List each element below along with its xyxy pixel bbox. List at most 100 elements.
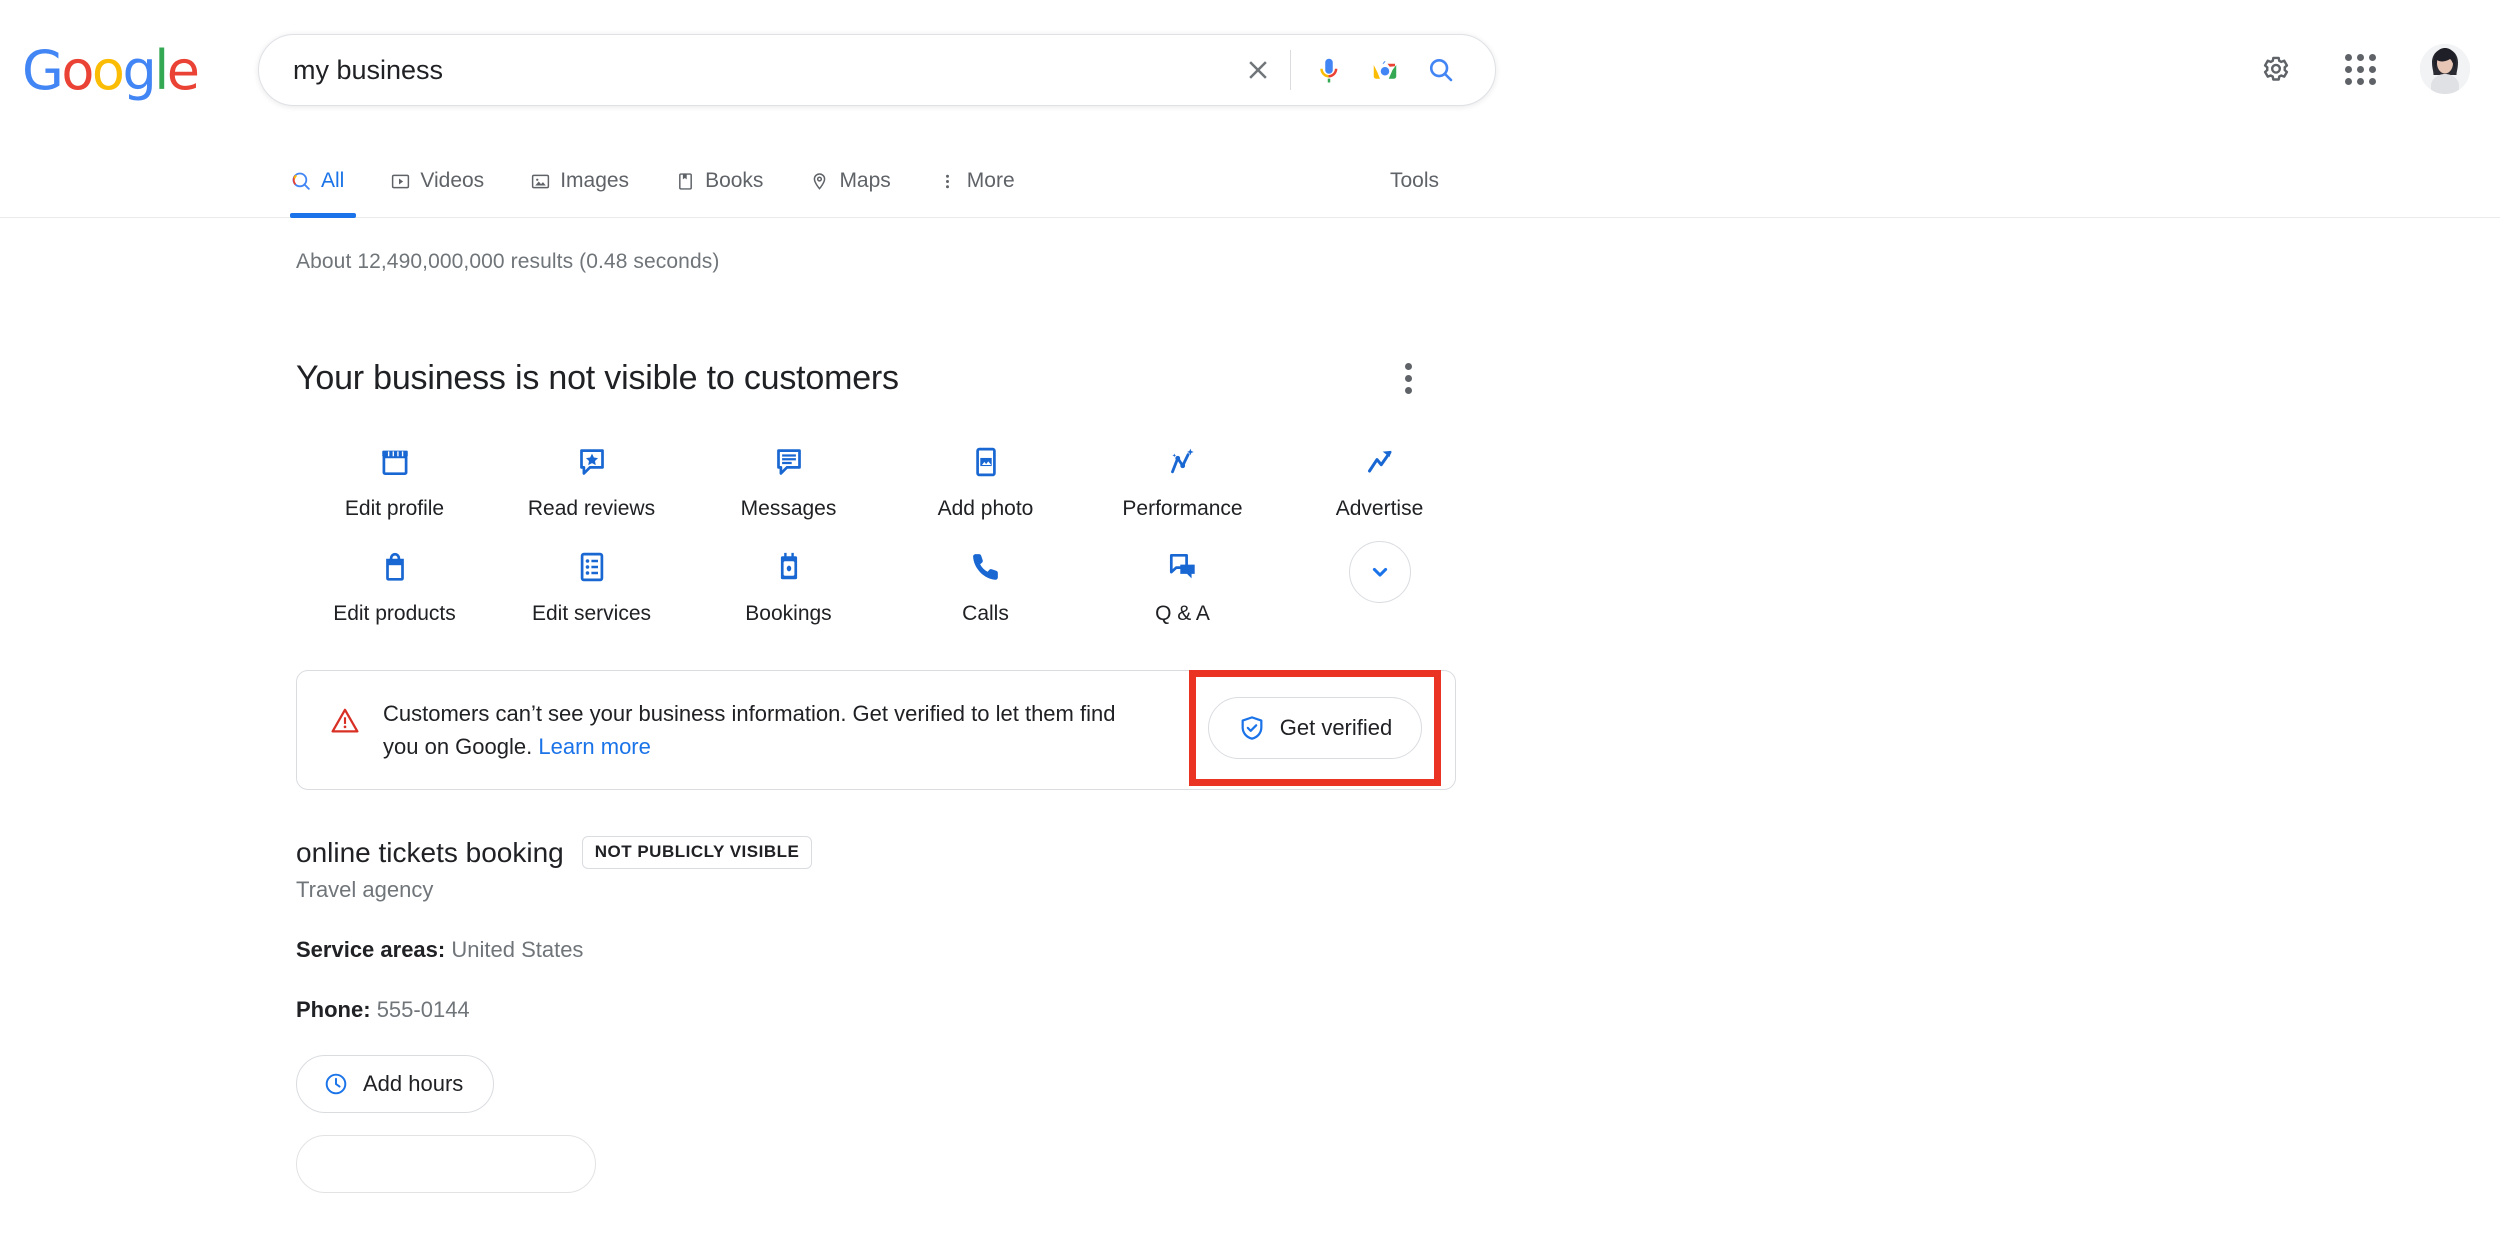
panel-options-button[interactable] xyxy=(1382,352,1434,404)
service-areas-value: United States xyxy=(451,937,584,962)
tab-more-label: More xyxy=(966,169,1015,192)
review-star-icon xyxy=(574,440,610,484)
trending-up-icon xyxy=(1362,440,1398,484)
tab-maps[interactable]: Maps xyxy=(809,158,912,204)
action-edit-profile[interactable]: Edit profile xyxy=(296,434,493,521)
header-actions xyxy=(2252,44,2470,94)
action-label: Messages xyxy=(740,497,837,520)
tab-images[interactable]: Images xyxy=(530,158,651,204)
logo-letter-g1: G xyxy=(22,39,64,102)
business-panel-header: Your business is not visible to customer… xyxy=(296,352,1456,404)
tab-all-label: All xyxy=(321,169,345,192)
action-bookings[interactable]: Bookings xyxy=(690,539,887,626)
business-name-row: online tickets booking NOT PUBLICLY VISI… xyxy=(296,836,2500,869)
avatar[interactable] xyxy=(2420,44,2470,94)
video-icon xyxy=(392,174,410,188)
tab-all[interactable]: All xyxy=(290,158,366,218)
search-tabs: All Videos Images Books Maps More xyxy=(290,158,1061,218)
action-label: Edit profile xyxy=(344,497,445,520)
clock-icon xyxy=(325,1073,347,1095)
get-verified-button[interactable]: Get verified xyxy=(1208,697,1422,759)
action-label: Read reviews xyxy=(527,497,656,520)
close-icon xyxy=(1249,61,1267,79)
phone-icon xyxy=(968,545,1004,589)
business-actions-grid: Edit profile Read reviews Messages Add p… xyxy=(296,434,1486,626)
tools-button[interactable]: Tools xyxy=(1390,158,1439,204)
apps-grid-icon xyxy=(2344,53,2376,85)
logo-letter-o1: o xyxy=(61,39,94,102)
search-input[interactable] xyxy=(293,50,1230,90)
logo-letter-e: e xyxy=(166,39,200,102)
voice-search-button[interactable] xyxy=(1301,42,1357,98)
map-pin-icon xyxy=(814,172,826,190)
logo-letter-o2: o xyxy=(91,39,125,102)
storefront-icon xyxy=(377,440,413,484)
action-edit-services[interactable]: Edit services xyxy=(493,539,690,626)
action-label: Q & A xyxy=(1155,602,1210,625)
search-bar[interactable] xyxy=(258,34,1496,106)
search-icon xyxy=(292,172,310,190)
add-hours-button[interactable]: Add hours xyxy=(296,1055,495,1113)
phone-label: Phone: xyxy=(296,997,371,1022)
tab-books[interactable]: Books xyxy=(675,158,785,204)
google-apps-button[interactable] xyxy=(2336,45,2384,93)
action-edit-products[interactable]: Edit products xyxy=(296,539,493,626)
active-tab-underline xyxy=(290,213,356,218)
action-label: Performance xyxy=(1122,497,1243,520)
camera-lens-icon xyxy=(1373,61,1397,79)
search-results-main: About 12,490,000,000 results (0.48 secon… xyxy=(0,250,2500,1193)
visibility-status-badge: NOT PUBLICLY VISIBLE xyxy=(581,836,813,869)
page-title: Your business is not visible to customer… xyxy=(296,358,899,397)
action-label: Edit products xyxy=(333,602,456,625)
action-qa[interactable]: Q & A xyxy=(1084,539,1281,626)
microphone-icon xyxy=(1320,58,1338,83)
tab-videos-label: Videos xyxy=(420,169,485,192)
action-label: Edit services xyxy=(531,602,652,625)
qa-chat-icon xyxy=(1165,545,1201,589)
action-calls[interactable]: Calls xyxy=(887,539,1084,626)
logo-letter-g2: g xyxy=(122,39,156,102)
lens-search-button[interactable] xyxy=(1357,42,1413,98)
banner-text: Customers can’t see your business inform… xyxy=(383,697,1143,764)
action-read-reviews[interactable]: Read reviews xyxy=(493,434,690,521)
tab-books-label: Books xyxy=(705,169,764,192)
verification-warning-banner: Customers can’t see your business inform… xyxy=(296,670,1456,790)
service-areas-field: Service areas: United States xyxy=(296,937,2500,963)
performance-chart-icon xyxy=(1165,440,1201,484)
search-bar-icons xyxy=(1230,42,1495,98)
actions-row-1: Edit profile Read reviews Messages Add p… xyxy=(296,434,1486,521)
tools-label: Tools xyxy=(1390,169,1440,192)
google-logo[interactable]: G o o g l e xyxy=(22,44,200,98)
settings-button[interactable] xyxy=(2252,45,2300,93)
action-performance[interactable]: Performance xyxy=(1084,434,1281,521)
tab-more[interactable]: More xyxy=(937,158,1037,204)
actions-row-2: Edit products Edit services Bookings Cal… xyxy=(296,539,1486,626)
search-icon xyxy=(1430,58,1453,82)
search-divider xyxy=(1290,50,1291,90)
clear-search-button[interactable] xyxy=(1230,42,1286,98)
action-label: Add photo xyxy=(937,497,1034,520)
action-messages[interactable]: Messages xyxy=(690,434,887,521)
expand-actions-wrap xyxy=(1281,539,1478,603)
tab-videos[interactable]: Videos xyxy=(390,158,506,204)
action-add-photo[interactable]: Add photo xyxy=(887,434,1084,521)
kebab-icon xyxy=(945,174,949,188)
shopping-bag-icon xyxy=(377,545,413,589)
message-icon xyxy=(771,440,807,484)
book-icon xyxy=(679,172,692,190)
expand-actions-button[interactable] xyxy=(1348,541,1411,603)
add-hours-row: Add hours xyxy=(296,1055,2500,1113)
logo-letter-l: l xyxy=(154,39,169,102)
phone-value: 555-0144 xyxy=(376,997,470,1022)
get-verified-label: Get verified xyxy=(1279,715,1393,740)
business-category: Travel agency xyxy=(296,877,434,902)
search-submit-button[interactable] xyxy=(1413,42,1469,98)
next-action-pill-partial[interactable] xyxy=(296,1135,596,1193)
chevron-down-icon xyxy=(1372,567,1387,577)
action-label: Bookings xyxy=(745,602,832,625)
add-hours-label: Add hours xyxy=(363,1071,464,1096)
learn-more-link[interactable]: Learn more xyxy=(538,734,651,759)
get-verified-highlight-box: Get verified xyxy=(1189,670,1441,786)
action-advertise[interactable]: Advertise xyxy=(1281,434,1478,521)
search-header: G o o g l e my business All Videos Image… xyxy=(0,0,2500,218)
